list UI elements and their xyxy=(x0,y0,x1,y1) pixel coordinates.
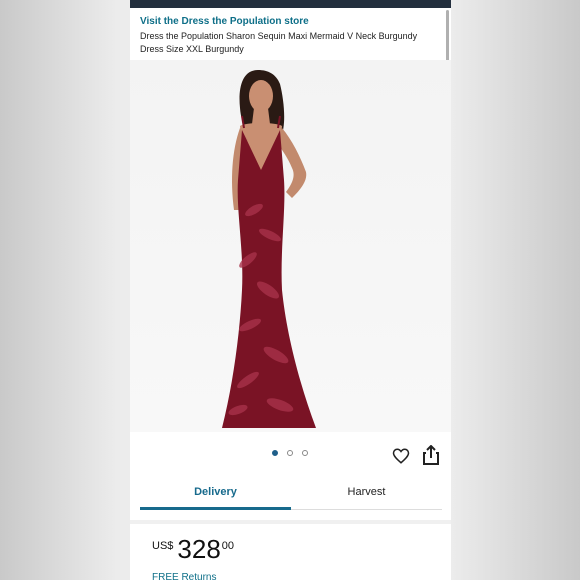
store-link[interactable]: Visit the Dress the Population store xyxy=(140,16,309,27)
product-image[interactable] xyxy=(130,60,451,432)
price-whole: 328 xyxy=(177,534,221,564)
free-returns-link[interactable]: FREE Returns xyxy=(152,572,216,580)
background-right xyxy=(451,0,580,580)
carousel-dot[interactable] xyxy=(287,450,293,456)
background-left xyxy=(0,0,130,580)
price-currency: US$ xyxy=(152,540,174,552)
price-fraction: 00 xyxy=(221,540,235,552)
heart-icon[interactable] xyxy=(392,447,410,465)
carousel-dot[interactable] xyxy=(302,450,308,456)
section-divider xyxy=(130,520,451,524)
header-bar xyxy=(130,0,451,8)
carousel-dot[interactable] xyxy=(272,450,278,456)
tab-delivery[interactable]: Delivery xyxy=(140,478,291,510)
share-icon[interactable] xyxy=(422,444,440,465)
dress-photo xyxy=(222,70,316,428)
tab-harvest[interactable]: Harvest xyxy=(291,478,442,510)
product-page: Visit the Dress the Population store Dre… xyxy=(130,0,451,580)
product-title: Dress the Population Sharon Sequin Maxi … xyxy=(140,31,418,54)
price: US$ 328 00 xyxy=(152,534,234,564)
info-tabs: Delivery Harvest xyxy=(140,478,442,510)
carousel-dots xyxy=(272,450,308,456)
